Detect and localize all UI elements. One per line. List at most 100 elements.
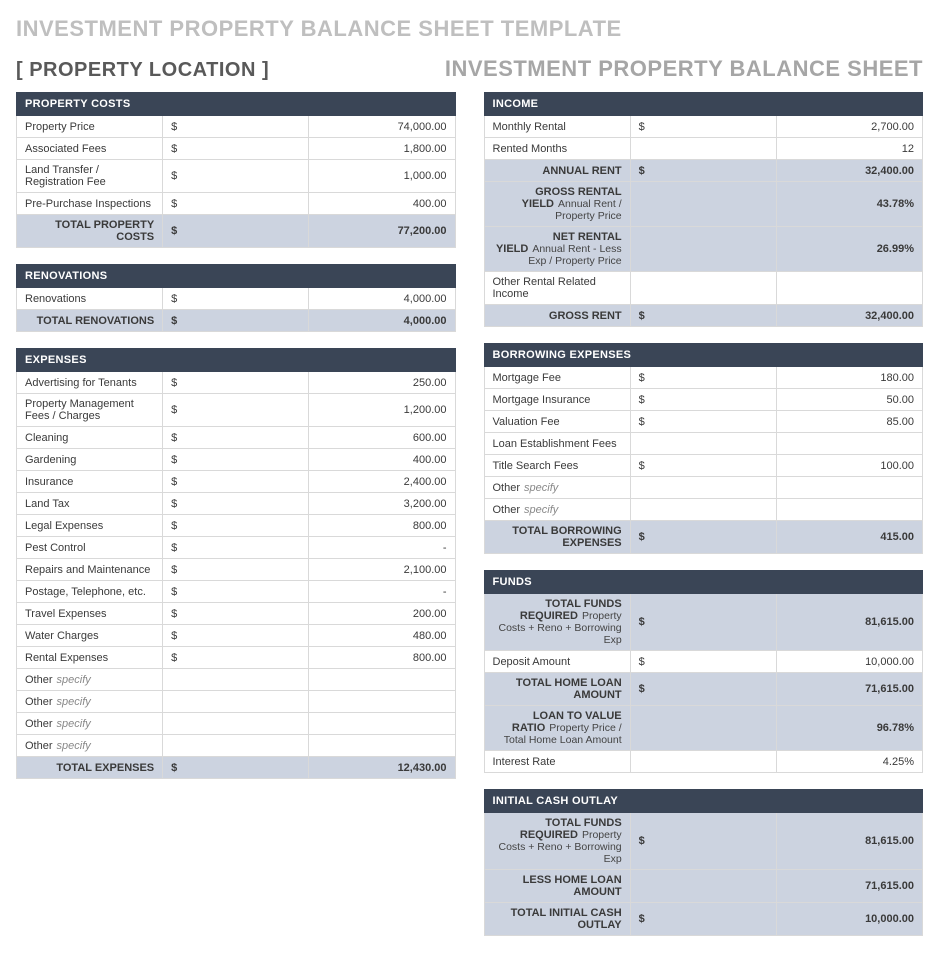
table-row: Pest Control$- (17, 537, 456, 559)
row-value: 50.00 (776, 389, 922, 411)
blank (630, 870, 776, 903)
row-label: Valuation Fee (484, 411, 630, 433)
currency: $ (630, 389, 776, 411)
table-row-other: Otherspecify (17, 669, 456, 691)
currency: $ (163, 288, 309, 310)
table-row-other: Otherspecify (17, 691, 456, 713)
row-value: 2,100.00 (309, 559, 455, 581)
less-loan-row: LESS HOME LOAN AMOUNT 71,615.00 (484, 870, 923, 903)
expenses-header: EXPENSES (17, 349, 456, 372)
other-label: Otherspecify (17, 691, 163, 713)
currency: $ (630, 673, 776, 706)
row-value: 100.00 (776, 455, 922, 477)
table-row: Loan Establishment Fees (484, 433, 923, 455)
other-income-label: Other Rental Related Income (484, 272, 630, 305)
total-outlay-label: TOTAL INITIAL CASH OUTLAY (484, 903, 630, 936)
total-value: 12,430.00 (309, 757, 455, 779)
table-row: Monthly Rental $ 2,700.00 (484, 116, 923, 138)
gross-rent-row: GROSS RENT $ 32,400.00 (484, 305, 923, 327)
expenses-table: EXPENSES Advertising for Tenants$250.00P… (16, 348, 456, 779)
row-label: Advertising for Tenants (17, 372, 163, 394)
gross-yield-row: GROSS RENTAL YIELDAnnual Rent / Property… (484, 182, 923, 227)
blank (309, 713, 455, 735)
outlay-header: INITIAL CASH OUTLAY (484, 790, 923, 813)
blank (309, 669, 455, 691)
deposit-label: Deposit Amount (484, 651, 630, 673)
currency: $ (630, 903, 776, 936)
currency: $ (163, 537, 309, 559)
table-row: Associated Fees$1,800.00 (17, 138, 456, 160)
home-loan-value: 71,615.00 (776, 673, 922, 706)
table-row: Land Transfer / Registration Fee$1,000.0… (17, 160, 456, 193)
currency: $ (163, 138, 309, 160)
other-income-value (776, 272, 922, 305)
currency: $ (163, 394, 309, 427)
row-value: 600.00 (309, 427, 455, 449)
total-required-label: TOTAL FUNDS REQUIREDProperty Costs + Ren… (484, 813, 630, 870)
total-value: 77,200.00 (309, 215, 455, 248)
table-row: Rented Months 12 (484, 138, 923, 160)
property-location: [ PROPERTY LOCATION ] (16, 59, 269, 82)
table-row: Title Search Fees$100.00 (484, 455, 923, 477)
other-label: Otherspecify (484, 499, 630, 521)
table-row: Cleaning$600.00 (17, 427, 456, 449)
currency: $ (630, 813, 776, 870)
blank (630, 499, 776, 521)
total-required-value: 81,615.00 (776, 594, 922, 651)
table-row-other: Otherspecify (484, 477, 923, 499)
outlay-table: INITIAL CASH OUTLAY TOTAL FUNDS REQUIRED… (484, 789, 924, 936)
row-label: Property Price (17, 116, 163, 138)
row-label: Title Search Fees (484, 455, 630, 477)
row-value: - (309, 537, 455, 559)
row-value: 1,800.00 (309, 138, 455, 160)
other-label: Otherspecify (17, 669, 163, 691)
blank (309, 691, 455, 713)
row-label: Property Management Fees / Charges (17, 394, 163, 427)
table-row: Property Management Fees / Charges$1,200… (17, 394, 456, 427)
blank (630, 227, 776, 272)
table-row: Pre-Purchase Inspections$400.00 (17, 193, 456, 215)
blank (163, 735, 309, 757)
currency: $ (163, 116, 309, 138)
deposit-value: 10,000.00 (776, 651, 922, 673)
table-row-other: Otherspecify (17, 713, 456, 735)
row-value: - (309, 581, 455, 603)
total-outlay-row: TOTAL INITIAL CASH OUTLAY $ 10,000.00 (484, 903, 923, 936)
row-label: Rental Expenses (17, 647, 163, 669)
row-value: 4,000.00 (309, 288, 455, 310)
row-label: Loan Establishment Fees (484, 433, 630, 455)
header-row: [ PROPERTY LOCATION ] INVESTMENT PROPERT… (16, 56, 923, 82)
annual-rent-value: 32,400.00 (776, 160, 922, 182)
row-label: Land Tax (17, 493, 163, 515)
total-label: TOTAL PROPERTY COSTS (17, 215, 163, 248)
expenses-total: TOTAL EXPENSES $ 12,430.00 (17, 757, 456, 779)
row-label: Pre-Purchase Inspections (17, 193, 163, 215)
renovations-table: RENOVATIONS Renovations$4,000.00 TOTAL R… (16, 264, 456, 332)
currency: $ (630, 367, 776, 389)
income-table: INCOME Monthly Rental $ 2,700.00 Rented … (484, 92, 924, 327)
table-row: Valuation Fee$85.00 (484, 411, 923, 433)
outlay-total-required: TOTAL FUNDS REQUIREDProperty Costs + Ren… (484, 813, 923, 870)
borrowing-total: TOTAL BORROWING EXPENSES $ 415.00 (484, 521, 923, 554)
row-label: Mortgage Fee (484, 367, 630, 389)
row-label: Water Charges (17, 625, 163, 647)
table-row-other: Otherspecify (484, 499, 923, 521)
blank (630, 182, 776, 227)
gross-rent-label: GROSS RENT (484, 305, 630, 327)
blank (163, 691, 309, 713)
property-costs-header: PROPERTY COSTS (17, 93, 456, 116)
row-label: Gardening (17, 449, 163, 471)
row-value: 400.00 (309, 449, 455, 471)
annual-rent-row: ANNUAL RENT $ 32,400.00 (484, 160, 923, 182)
row-label: Land Transfer / Registration Fee (17, 160, 163, 193)
row-label: Postage, Telephone, etc. (17, 581, 163, 603)
other-label: Otherspecify (17, 735, 163, 757)
currency: $ (163, 493, 309, 515)
rented-months-label: Rented Months (484, 138, 630, 160)
currency: $ (630, 651, 776, 673)
currency: $ (163, 215, 309, 248)
table-row: Property Price$74,000.00 (17, 116, 456, 138)
table-row: Interest Rate 4.25% (484, 751, 923, 773)
currency: $ (630, 521, 776, 554)
row-value: 1,200.00 (309, 394, 455, 427)
